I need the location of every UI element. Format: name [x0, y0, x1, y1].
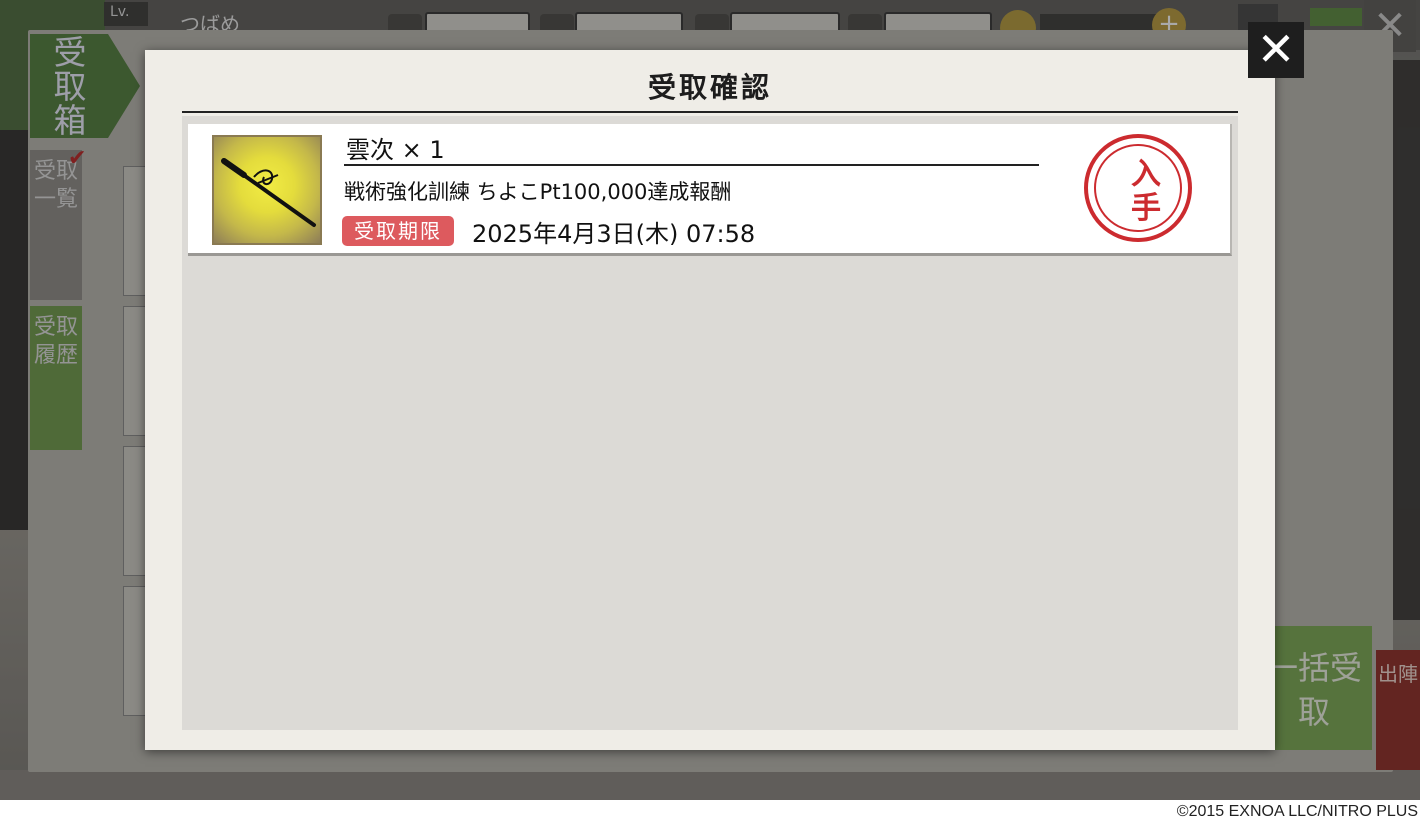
item-name: 雲次 × 1: [346, 136, 445, 164]
deadline-value: 2025年4月3日(木) 07:58: [472, 220, 756, 248]
list-item: 雲次 × 1 戦術強化訓練 ちよこPt100,000達成報酬 受取期限 2025…: [188, 124, 1232, 256]
acquired-stamp-text: 入手: [1131, 157, 1161, 226]
acquired-stamp-icon: 入手: [1084, 134, 1192, 242]
item-description: 戦術強化訓練 ちよこPt100,000達成報酬: [344, 180, 732, 204]
item-divider: [344, 164, 1039, 166]
title-divider: [182, 111, 1238, 113]
copyright: ©2015 EXNOA LLC/NITRO PLUS: [0, 800, 1420, 823]
sword-icon: [212, 135, 322, 245]
close-icon[interactable]: ✕: [1248, 22, 1304, 78]
deadline-badge: 受取期限: [342, 216, 454, 246]
dialog-title: 受取確認: [647, 71, 772, 104]
